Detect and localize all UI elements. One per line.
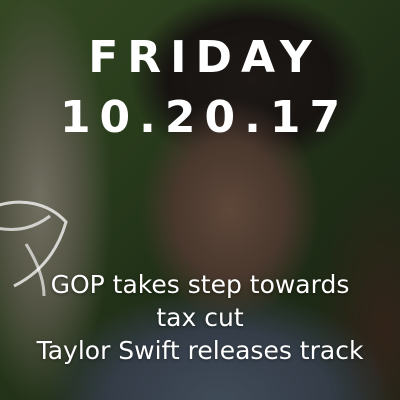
date-block: FRIDAY 10.20.17 (0, 30, 400, 146)
headline-1-line-2: tax cut (156, 303, 244, 332)
day-of-week: FRIDAY (88, 32, 321, 83)
headline-list: GOP takes step towards tax cut Taylor Sw… (0, 268, 400, 367)
headline-1-line-1: GOP takes step towards (50, 270, 350, 299)
news-card: FRIDAY 10.20.17 GOP takes step towards t… (0, 0, 400, 400)
headline-2: Taylor Swift releases track (36, 336, 364, 365)
date-text: 10.20.17 (59, 92, 350, 143)
